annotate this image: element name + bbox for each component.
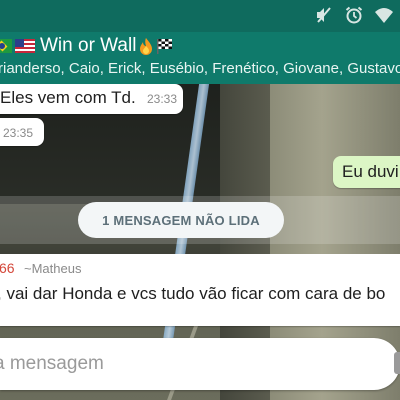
message-bubble-incoming[interactable]: 66 ~Matheus , vai dar Honda e vcs tudo v…	[0, 254, 400, 326]
message-bubble-incoming[interactable]: 23:35	[0, 118, 44, 146]
message-text: , vai dar Honda e vcs tudo vão ficar com…	[0, 284, 386, 303]
wifi-icon	[374, 5, 394, 25]
message-text: Eu duvi	[342, 162, 399, 181]
group-title-row[interactable]: Win or Wall	[0, 34, 174, 58]
attach-icon[interactable]	[394, 352, 400, 374]
sender-phone[interactable]: 66	[0, 260, 15, 276]
sender-name[interactable]: ~Matheus	[24, 261, 81, 276]
message-text: Eles vem com Td.	[0, 88, 136, 107]
fire-icon	[138, 37, 154, 55]
mute-icon	[314, 5, 334, 25]
brazil-flag-icon	[0, 39, 12, 53]
message-composer[interactable]	[0, 338, 400, 390]
group-title: Win or Wall	[40, 35, 137, 56]
message-time: 23:33	[146, 92, 177, 106]
message-time: 23:35	[3, 126, 34, 140]
message-bubble-incoming[interactable]: Eles vem com Td. 23:33	[0, 84, 183, 114]
status-bar	[0, 0, 400, 32]
chat-header[interactable]: Win or Wall rianderso, Caio, Erick, Eusé…	[0, 32, 400, 84]
usa-flag-icon	[15, 39, 35, 53]
alarm-icon	[344, 5, 364, 25]
unread-messages-badge: 1 MENSAGEM NÃO LIDA	[78, 202, 284, 238]
group-members[interactable]: rianderso, Caio, Erick, Eusébio, Frenéti…	[0, 60, 400, 77]
message-input[interactable]	[0, 350, 374, 378]
message-bubble-outgoing[interactable]: Eu duvi	[333, 156, 400, 188]
checkered-flag-icon	[156, 37, 174, 55]
